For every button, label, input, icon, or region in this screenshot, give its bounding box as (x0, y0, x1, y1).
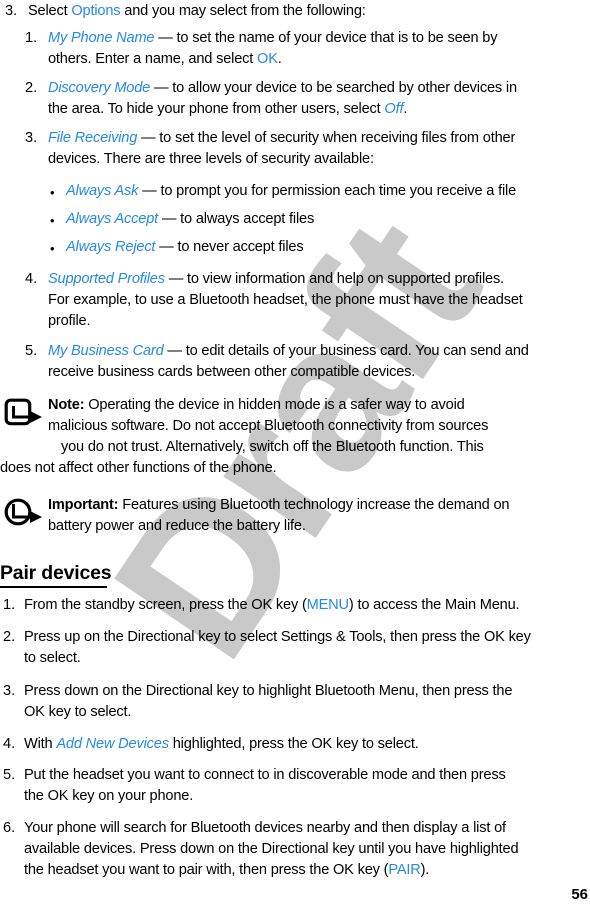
text-fragment: ) to access the Main Menu. (348, 597, 520, 613)
option-term[interactable]: My Business Card (48, 343, 164, 359)
pair-step-line: available devices. Press down on the Dir… (24, 841, 519, 857)
option-line: File Receiving — to set the level of sec… (48, 131, 515, 146)
note-line: Note: Operating the device in hidden mod… (48, 398, 465, 413)
important-line: battery power and reduce the battery lif… (48, 518, 306, 534)
pair-step-line: the headset you want to pair with, then … (24, 863, 429, 878)
list-marker: 3. (3, 683, 16, 699)
note-arrow-icon (4, 398, 44, 428)
security-level-term[interactable]: Always Ask (66, 183, 138, 199)
security-level-item: Always Accept — to always accept files (66, 212, 314, 227)
pair-step-line: Press down on the Directional key to hig… (24, 683, 513, 699)
off-link[interactable]: Off (384, 101, 403, 117)
text-fragment: the headset you want to pair with, then … (24, 862, 389, 878)
bullet-glyph: • (50, 213, 55, 228)
page-number: 56 (571, 886, 588, 903)
heading-underline-rule (0, 586, 107, 588)
security-level-term[interactable]: Always Reject (66, 239, 155, 255)
bullet-glyph: • (50, 185, 55, 200)
security-level-term[interactable]: Always Accept (66, 211, 158, 227)
text-fragment: — to prompt you for permission each time… (138, 183, 517, 199)
pair-step-line: Put the headset you want to connect to i… (24, 767, 506, 783)
pair-step-line: to select. (24, 650, 81, 666)
list-marker: 1. (25, 30, 38, 46)
pair-link[interactable]: PAIR (388, 862, 420, 878)
list-marker: 6. (3, 820, 16, 836)
list-marker: 3. (5, 3, 18, 19)
text-fragment: — to set the name of your device that is… (154, 30, 498, 46)
list-marker: 4. (25, 271, 38, 287)
text-fragment: — to view information and help on suppor… (164, 271, 504, 287)
security-level-item: Always Ask — to prompt you for permissio… (66, 184, 516, 199)
option-line: devices. There are three levels of secur… (48, 151, 374, 167)
text-fragment: and you may select from the following: (120, 3, 366, 19)
important-label: Important: (48, 497, 119, 513)
note-line: does not affect other functions of the p… (0, 460, 277, 476)
pair-step-line: Your phone will search for Bluetooth dev… (24, 820, 506, 836)
text-fragment: — to never accept files (155, 239, 304, 255)
text-fragment: Operating the device in hidden mode is a… (84, 397, 465, 413)
text-fragment: — to always accept files (158, 211, 315, 227)
text-fragment: Features using Bluetooth technology incr… (118, 497, 510, 513)
pair-step-line: Press up on the Directional key to selec… (24, 629, 531, 645)
option-line: the area. To hide your phone from other … (48, 102, 407, 117)
option-line: For example, to use a Bluetooth headset,… (48, 292, 523, 308)
text-fragment: Select (28, 3, 72, 19)
option-line: Supported Profiles — to view information… (48, 272, 504, 287)
text-fragment: others. Enter a name, and select (48, 51, 258, 67)
list-marker: 5. (25, 343, 38, 359)
text-fragment: — to set the level of security when rece… (137, 130, 516, 146)
page-title: Pair devices (0, 562, 112, 584)
option-term[interactable]: Supported Profiles (48, 271, 165, 287)
list-marker: 5. (3, 767, 16, 783)
list-marker: 3. (25, 130, 38, 146)
pair-step-line: OK key to select. (24, 704, 132, 720)
option-term[interactable]: My Phone Name (48, 30, 155, 46)
note-label: Note: (48, 397, 85, 413)
text-fragment: — to allow your device to be searched by… (150, 80, 517, 96)
important-line: Important: Features using Bluetooth tech… (48, 497, 510, 513)
menu-link[interactable]: MENU (307, 597, 349, 613)
list-marker: 1. (3, 597, 16, 613)
text-fragment: With (24, 736, 57, 752)
option-line: receive business cards between other com… (48, 364, 416, 380)
important-arrow-icon (4, 498, 44, 528)
ok-link[interactable]: OK (257, 51, 278, 67)
option-line: My Business Card — to edit details of yo… (48, 344, 529, 359)
add-new-devices-link[interactable]: Add New Devices (56, 736, 169, 752)
option-term[interactable]: Discovery Mode (48, 80, 150, 96)
text-fragment: the area. To hide your phone from other … (48, 101, 385, 117)
text-fragment: ). (420, 862, 430, 878)
option-line: Discovery Mode — to allow your device to… (48, 81, 517, 96)
list-marker: 2. (25, 80, 38, 96)
options-link[interactable]: Options (71, 3, 120, 19)
step3-lead-line: Select Options and you may select from t… (28, 4, 366, 19)
option-line: My Phone Name — to set the name of your … (48, 30, 498, 46)
pair-step-line: From the standby screen, press the OK ke… (24, 597, 520, 613)
option-term[interactable]: File Receiving (48, 130, 137, 146)
list-marker: 2. (3, 629, 16, 645)
pair-step-line: With Add New Devices highlighted, press … (24, 737, 419, 752)
text-fragment: . (403, 101, 408, 117)
bullet-glyph: • (50, 241, 55, 256)
note-line: you do not trust. Alternatively, switch … (61, 439, 484, 455)
pair-step-line: the OK key on your phone. (24, 788, 194, 804)
option-line: profile. (48, 313, 91, 329)
text-fragment: . (277, 51, 282, 67)
text-fragment: From the standby screen, press the OK ke… (24, 597, 307, 613)
text-fragment: highlighted, press the OK key to select. (168, 736, 419, 752)
list-marker: 4. (3, 736, 16, 752)
option-line: others. Enter a name, and select OK. (48, 52, 282, 67)
text-fragment: — to edit details of your business card.… (163, 343, 529, 359)
security-level-item: Always Reject — to never accept files (66, 240, 304, 255)
note-line: malicious software. Do not accept Blueto… (48, 418, 489, 434)
